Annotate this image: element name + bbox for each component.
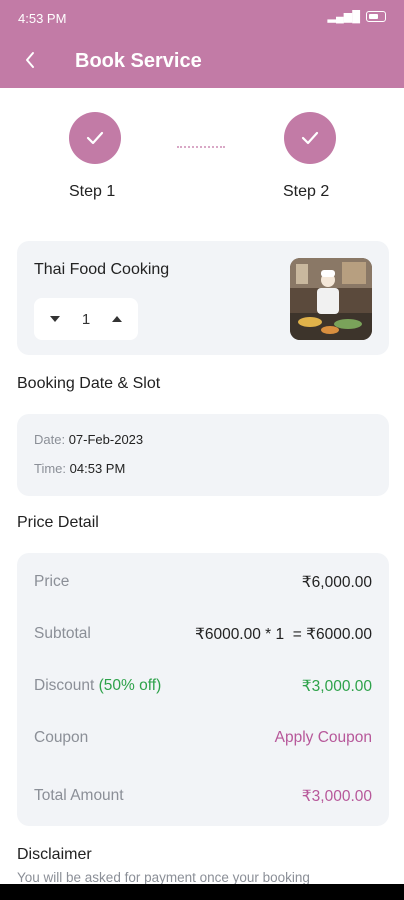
step-2-circle[interactable] [284, 112, 336, 164]
discount-percent: (50% off) [98, 677, 162, 694]
booking-section-title: Booking Date & Slot [17, 375, 161, 392]
increase-quantity-button[interactable] [110, 312, 124, 326]
disclaimer-title: Disclaimer [17, 846, 92, 863]
apply-coupon-link[interactable]: Apply Coupon [275, 729, 372, 747]
step-1-circle[interactable] [69, 112, 121, 164]
check-icon [86, 131, 104, 145]
discount-label-group: Discount (50% off) [34, 677, 161, 695]
date-value: 07-Feb-2023 [68, 432, 144, 447]
price-value: ₹6,000.00 [301, 574, 372, 591]
coupon-row: Coupon Apply Coupon [34, 729, 372, 751]
page-title: Book Service [75, 50, 202, 72]
service-name: Thai Food Cooking [34, 261, 170, 278]
signal-icon: ▂▄▆█ [327, 11, 360, 23]
service-card: Thai Food Cooking 1 [17, 241, 389, 355]
time-label: Time: [34, 461, 67, 476]
discount-row: Discount (50% off) ₹3,000.00 [34, 677, 372, 699]
status-bar: 4:53 PM ▂▄▆█ [0, 0, 404, 36]
check-icon [301, 131, 319, 145]
quantity-value: 1 [81, 310, 91, 328]
total-value: ₹3,000.00 [301, 788, 372, 805]
step-connector [177, 146, 225, 148]
battery-icon [366, 11, 386, 22]
price-label: Price [34, 573, 70, 590]
status-icons: ▂▄▆█ [327, 10, 386, 23]
step-2-label: Step 2 [283, 183, 330, 200]
total-label: Total Amount [34, 787, 124, 804]
caret-down-icon [50, 316, 60, 322]
subtotal-label: Subtotal [34, 625, 91, 642]
app-bar: Book Service [0, 36, 404, 88]
booking-date-row: Date: 07-Feb-2023 [34, 432, 143, 447]
discount-value: ₹3,000.00 [301, 678, 372, 695]
bottom-bar [0, 884, 404, 900]
stepper: Step 1 Step 2 [0, 110, 404, 210]
step-1-label: Step 1 [69, 183, 116, 200]
disclaimer-text: You will be asked for payment once your … [17, 870, 310, 885]
discount-label: Discount [34, 677, 95, 694]
caret-up-icon [112, 316, 122, 322]
time-value: 04:53 PM [69, 461, 126, 476]
booking-card: Date: 07-Feb-2023 Time: 04:53 PM [17, 414, 389, 496]
date-label: Date: [34, 432, 66, 447]
subtotal-row: Subtotal ₹6000.00 * 1 = ₹6000.00 [34, 625, 372, 647]
price-section-title: Price Detail [17, 514, 99, 531]
back-button[interactable] [16, 44, 44, 76]
price-row: Price ₹6,000.00 [34, 573, 372, 595]
chef-cooking-photo [290, 258, 372, 340]
booking-time-row: Time: 04:53 PM [34, 461, 125, 476]
coupon-label: Coupon [34, 729, 89, 746]
price-card: Price ₹6,000.00 Subtotal ₹6000.00 * 1 = … [17, 553, 389, 826]
subtotal-value: ₹6000.00 * 1 = ₹6000.00 [194, 626, 372, 643]
chevron-left-icon [26, 52, 34, 68]
quantity-stepper: 1 [34, 298, 138, 340]
decrease-quantity-button[interactable] [48, 312, 62, 326]
total-row: Total Amount ₹3,000.00 [34, 787, 372, 809]
status-time: 4:53 PM [18, 11, 67, 26]
service-image [290, 258, 372, 340]
